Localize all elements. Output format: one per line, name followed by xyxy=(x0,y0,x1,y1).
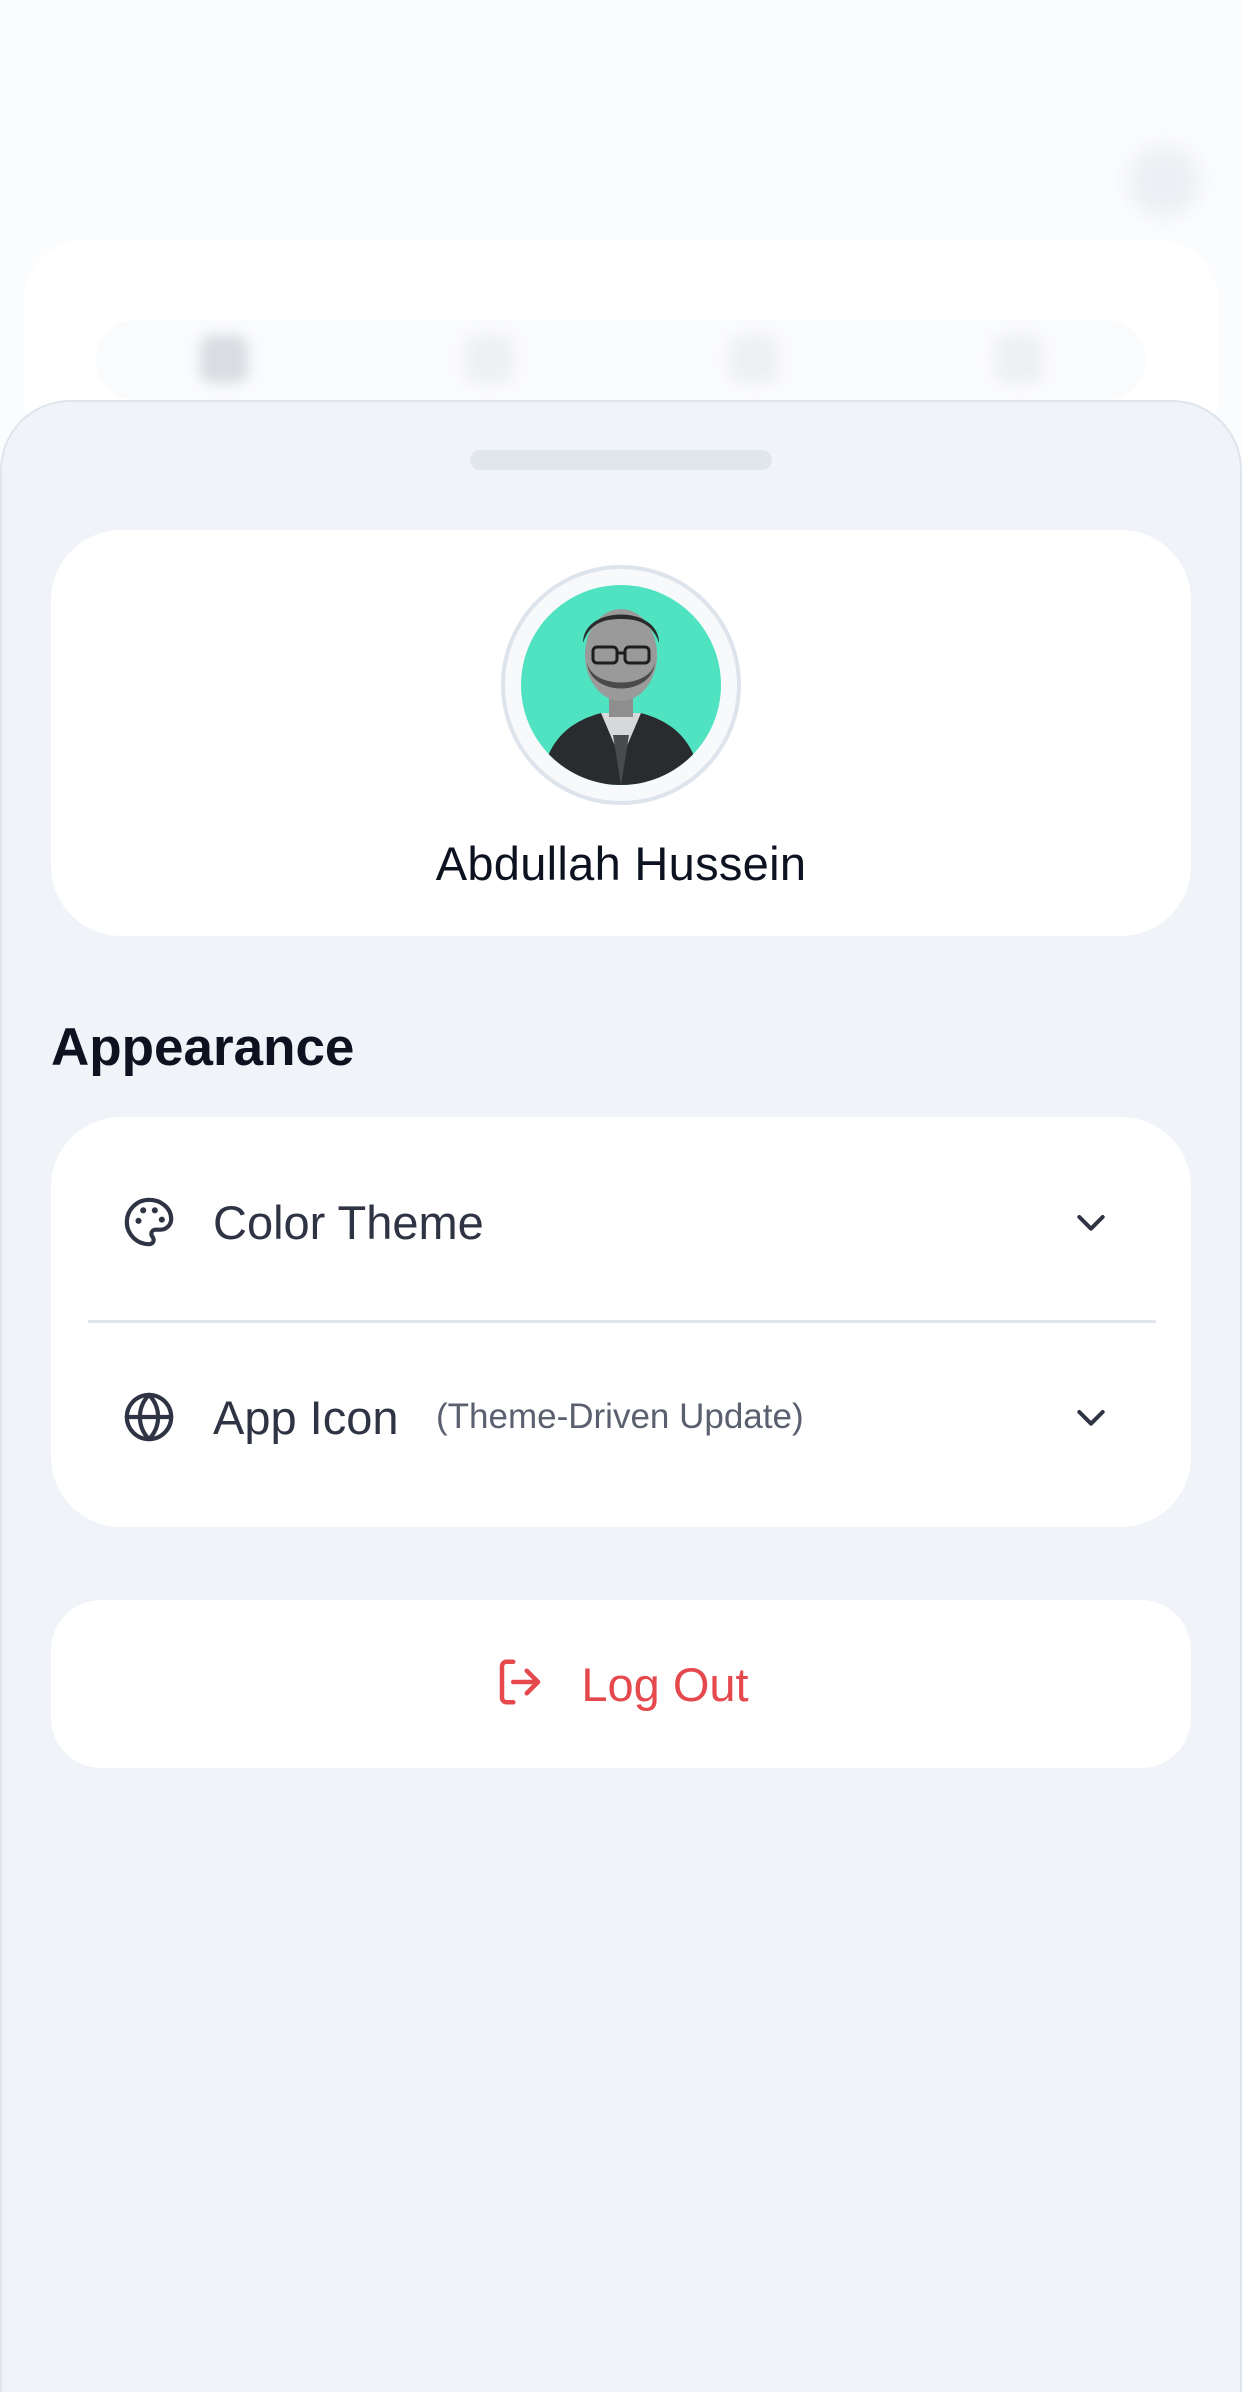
color-theme-row[interactable]: Color Theme xyxy=(51,1127,1191,1317)
background-tab-icon xyxy=(730,335,778,383)
profile-name: Abdullah Hussein xyxy=(435,837,807,890)
avatar-photo xyxy=(521,585,721,785)
avatar[interactable] xyxy=(501,565,741,805)
logout-button[interactable]: Log Out xyxy=(51,1600,1191,1768)
section-title-appearance: Appearance xyxy=(51,1018,355,1077)
app-icon-label: App Icon xyxy=(213,1390,399,1444)
background-avatar xyxy=(1128,145,1200,217)
sheet-grabber[interactable] xyxy=(470,450,772,470)
chevron-down-icon[interactable] xyxy=(1071,1202,1111,1242)
background-screen xyxy=(0,0,1242,460)
app-icon-sublabel: (Theme-Driven Update) xyxy=(436,1397,804,1436)
chevron-down-icon[interactable] xyxy=(1071,1397,1111,1437)
logout-label: Log Out xyxy=(581,1657,749,1711)
globe-icon xyxy=(121,1389,177,1445)
background-tab-icon xyxy=(465,335,513,383)
background-tab-bar xyxy=(96,320,1146,400)
app-icon-row[interactable]: App Icon (Theme-Driven Update) xyxy=(51,1322,1191,1512)
palette-icon xyxy=(121,1194,177,1250)
logout-icon xyxy=(493,1655,547,1714)
color-theme-label: Color Theme xyxy=(213,1195,484,1249)
background-tab-icon xyxy=(995,335,1043,383)
background-tab-icon xyxy=(200,335,248,383)
